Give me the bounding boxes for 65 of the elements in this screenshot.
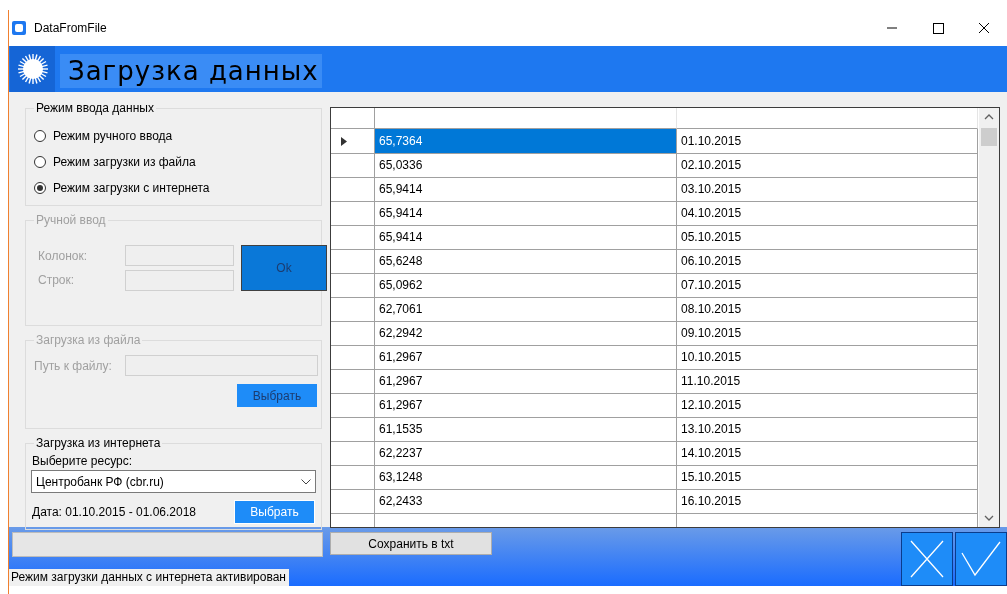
table-cell: 08.10.2015 — [677, 297, 978, 322]
table-cell: 65,6248 — [375, 249, 677, 274]
table-cell: 12.10.2015 — [677, 393, 978, 418]
chevron-down-icon — [301, 478, 311, 485]
table-cell: 61,2967 — [375, 369, 677, 394]
field-label: Выберите ресурс: — [32, 454, 133, 468]
input-field[interactable] — [125, 269, 234, 291]
field-label: Колонок: — [38, 248, 89, 263]
table-cell: 62,7061 — [375, 297, 677, 322]
field-label: Путь к файлу: — [34, 358, 113, 373]
table-cell: 04.10.2015 — [677, 201, 978, 226]
radio-button[interactable] — [34, 156, 46, 168]
group-title: Загрузка из файла — [34, 333, 143, 347]
table-cell: 62,2433 — [375, 489, 677, 514]
confirm-button[interactable] — [955, 532, 1007, 586]
table-cell: 65,0336 — [375, 153, 677, 178]
radio-label[interactable]: Режим загрузки с интернета — [53, 181, 210, 195]
table-cell: 10.10.2015 — [677, 345, 978, 370]
save-button[interactable]: Сохранить в txt — [330, 532, 492, 555]
table-cell: 61,1535 — [375, 417, 677, 442]
table-cell: 03.10.2015 — [677, 177, 978, 202]
table-cell: 01.10.2015 — [677, 129, 978, 154]
scroll-thumb[interactable] — [981, 128, 997, 146]
table-cell: 02.10.2015 — [677, 153, 978, 178]
table-cell: 65,7364 — [375, 129, 677, 154]
app-icon — [12, 21, 26, 35]
window-title: DataFromFile — [34, 21, 107, 35]
current-row-icon — [341, 136, 347, 146]
radio-button[interactable] — [34, 182, 46, 194]
input-field[interactable] — [125, 245, 234, 267]
table-cell: 61,2967 — [375, 345, 677, 370]
group-title: Загрузка из интернета — [34, 436, 163, 450]
table-cell: 14.10.2015 — [677, 441, 978, 466]
check-icon — [961, 541, 1001, 577]
table-cell: 62,2942 — [375, 321, 677, 346]
table-cell: 15.10.2015 — [677, 465, 978, 490]
cancel-button[interactable] — [901, 532, 953, 586]
scrollbar[interactable] — [979, 108, 999, 527]
table-cell: 65,0962 — [375, 273, 677, 298]
date-range: Дата: 01.10.2015 - 01.06.2018 — [32, 505, 197, 519]
radio-label[interactable]: Режим загрузки из файла — [53, 155, 196, 169]
table-cell: 62,2237 — [375, 441, 677, 466]
table-cell: 05.10.2015 — [677, 225, 978, 250]
table-cell: 06.10.2015 — [677, 249, 978, 274]
close-icon — [909, 539, 945, 579]
input-field[interactable] — [125, 355, 318, 376]
table-cell: 65,9414 — [375, 201, 677, 226]
resource-dropdown[interactable]: Центробанк РФ (cbr.ru) — [31, 470, 316, 493]
radio-label[interactable]: Режим ручного ввода — [53, 129, 173, 143]
table-cell: 65,9414 — [375, 177, 677, 202]
table-cell: 16.10.2015 — [677, 489, 978, 514]
table-cell: 07.10.2015 — [677, 273, 978, 298]
table-cell: 09.10.2015 — [677, 321, 978, 346]
status-text: Режим загрузки данных с интернета активирован — [9, 569, 289, 586]
page-heading: Загрузка данных — [60, 54, 322, 88]
group-title: Ручной ввод — [34, 213, 108, 227]
table-cell: 61,2967 — [375, 393, 677, 418]
table-cell: 65,9414 — [375, 225, 677, 250]
table-cell: 63,1248 — [375, 465, 677, 490]
field-label: Строк: — [38, 273, 76, 288]
radio-button[interactable] — [34, 130, 46, 142]
table-cell: 11.10.2015 — [677, 369, 978, 394]
group-title: Режим ввода данных — [34, 101, 156, 115]
table-cell: 13.10.2015 — [677, 417, 978, 442]
starburst-icon — [16, 53, 49, 85]
